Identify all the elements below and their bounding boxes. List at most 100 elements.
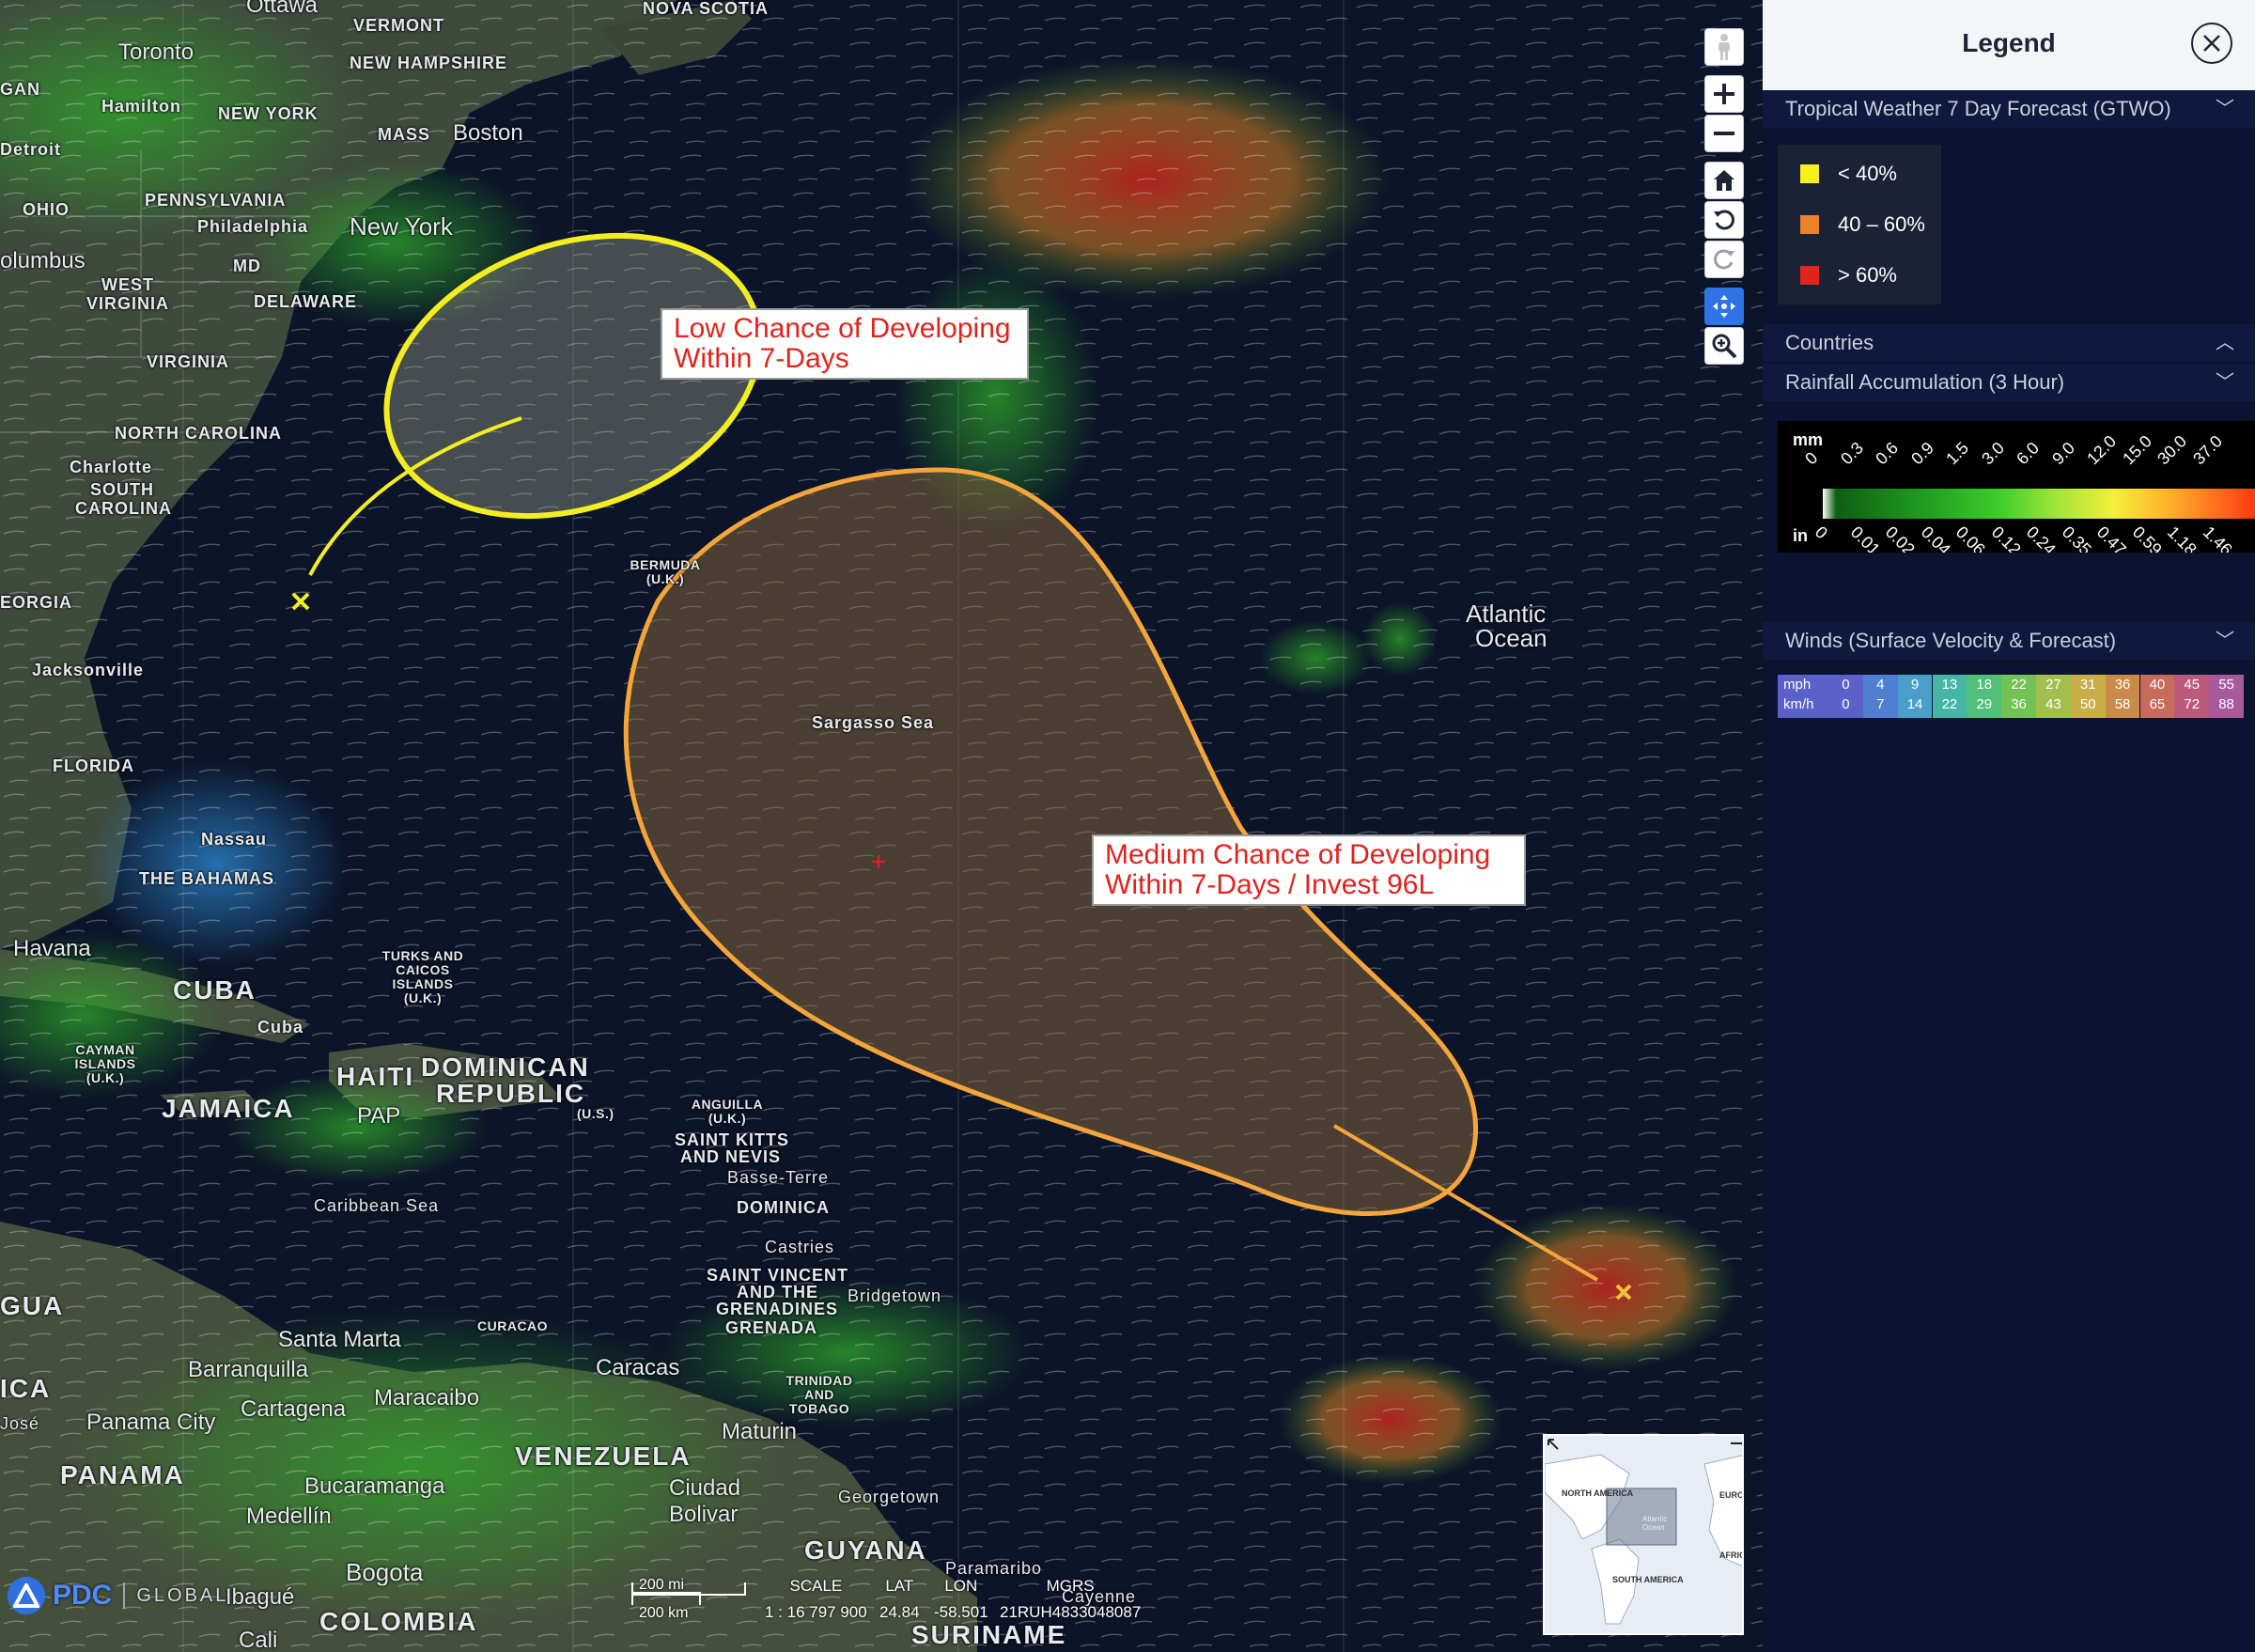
scale-km: 200 km bbox=[639, 1605, 689, 1621]
lon-label: LON bbox=[944, 1577, 978, 1595]
place-label: Ciudad bbox=[669, 1475, 741, 1501]
overview-label: SOUTH AMERICA bbox=[1612, 1575, 1684, 1584]
place-label: Hamilton bbox=[101, 97, 182, 116]
rainfall-in-tick: 0.35 bbox=[2058, 522, 2095, 553]
place-label: Castries bbox=[765, 1238, 835, 1256]
place-label: Panama City bbox=[86, 1410, 216, 1435]
section-title: Winds (Surface Velocity & Forecast) bbox=[1785, 629, 2117, 652]
place-label: CAYMAN ISLANDS (U.K.) bbox=[74, 1042, 136, 1085]
wind-scale-cell: 22 36 bbox=[2001, 675, 2036, 718]
wind-kmh-value: 50 bbox=[2079, 696, 2096, 712]
legend-section-winds[interactable]: Winds (Surface Velocity & Forecast) ﹀ bbox=[1763, 622, 2255, 660]
low-chance-callout: Low Chance of Developing Within 7-Days bbox=[661, 308, 1029, 380]
map-view[interactable]: Low Chance of Developing Within 7-Days M… bbox=[0, 0, 1763, 1652]
place-label: Bucaramanga bbox=[304, 1473, 445, 1499]
place-label: GUA bbox=[0, 1291, 65, 1320]
rotate-right-button[interactable] bbox=[1704, 241, 1744, 278]
wind-mph-value: 45 bbox=[2184, 677, 2201, 693]
place-label: Ibagué bbox=[226, 1584, 295, 1610]
wind-scale-cell: 55 88 bbox=[2209, 675, 2244, 718]
overview-label: AFRIC bbox=[1719, 1551, 1744, 1560]
zoom-in-icon bbox=[1714, 84, 1734, 104]
place-label: HAITI bbox=[336, 1062, 415, 1091]
rainfall-mm-tick: 9.0 bbox=[2047, 438, 2078, 469]
gtwo-label: 40 – 60% bbox=[1838, 212, 1925, 236]
legend-close-button[interactable] bbox=[2191, 23, 2232, 64]
wind-kmh-value: 43 bbox=[2045, 696, 2061, 712]
wind-kmh-value: 58 bbox=[2114, 696, 2131, 712]
wind-kmh-value: 36 bbox=[2011, 696, 2027, 712]
wind-kmh-value: 65 bbox=[2149, 696, 2166, 712]
medium-chance-callout: Medium Chance of Developing Within 7-Day… bbox=[1092, 834, 1526, 906]
pan-tool-button[interactable] bbox=[1704, 288, 1744, 325]
place-label: Cali bbox=[239, 1628, 278, 1652]
place-label: TRINIDAD AND TOBAGO bbox=[785, 1373, 853, 1416]
wind-kmh-value: 88 bbox=[2218, 696, 2234, 712]
rainfall-in-tick: 1.18 bbox=[2163, 522, 2201, 553]
pegman-icon bbox=[1718, 34, 1730, 60]
rotate-left-button[interactable] bbox=[1704, 201, 1744, 239]
gtwo-swatch bbox=[1800, 215, 1819, 234]
gtwo-item: < 40% bbox=[1800, 162, 1897, 186]
scale-label: SCALE bbox=[789, 1577, 843, 1595]
place-label: Caribbean Sea bbox=[314, 1196, 440, 1215]
zoom-in-button[interactable] bbox=[1704, 75, 1744, 113]
section-title: Rainfall Accumulation (3 Hour) bbox=[1785, 370, 2065, 394]
wind-scale-cell: 27 43 bbox=[2036, 675, 2071, 718]
place-label: AND THE bbox=[737, 1283, 818, 1301]
place-label: Havana bbox=[13, 936, 91, 961]
place-label: Charlotte bbox=[70, 458, 153, 476]
place-label: TURKS AND CAICOS ISLANDS (U.K.) bbox=[381, 948, 464, 1005]
rainfall-mm-tick: 0 bbox=[1801, 448, 1822, 469]
medium-chance-callout-line1: Medium Chance of Developing bbox=[1105, 839, 1491, 870]
gtwo-label: < 40% bbox=[1838, 162, 1897, 185]
place-label: REPUBLIC bbox=[436, 1079, 586, 1108]
place-label: Detroit bbox=[0, 140, 61, 159]
rainfall-mm-tick: 12.0 bbox=[2083, 431, 2121, 469]
low-chance-callout-line2: Within 7-Days bbox=[674, 343, 849, 374]
place-label: NORTH CAROLINA bbox=[115, 424, 282, 443]
legend-section-rainfall[interactable]: Rainfall Accumulation (3 Hour) ﹀ bbox=[1763, 364, 2255, 401]
place-label: THE BAHAMAS bbox=[139, 869, 274, 888]
chevron-down-icon: ﹀ bbox=[2216, 631, 2234, 651]
rainfall-mm-tick: 15.0 bbox=[2118, 431, 2155, 469]
place-label: New York bbox=[350, 212, 453, 241]
place-label: COLOMBIA bbox=[319, 1607, 478, 1636]
overview-label: Atlantic Ocean bbox=[1642, 1515, 1668, 1532]
place-label: GUYANA bbox=[804, 1535, 927, 1565]
street-view-button[interactable] bbox=[1704, 28, 1744, 66]
close-icon bbox=[2203, 35, 2220, 52]
rainfall-mm-tick: 0.6 bbox=[1872, 438, 1902, 469]
rainfall-in-tick: 0 bbox=[1811, 522, 1832, 543]
zoom-out-button[interactable] bbox=[1704, 115, 1744, 152]
legend-header: Legend bbox=[1763, 0, 2255, 90]
place-label: EORGIA bbox=[0, 593, 73, 612]
wind-scale-cell: 13 22 bbox=[1932, 675, 1967, 718]
logo-brand: PDC bbox=[53, 1580, 113, 1611]
wind-unit-kmh: km/h bbox=[1783, 696, 1814, 712]
place-label: olumbus bbox=[0, 248, 86, 273]
legend-section-countries[interactable]: Countries ︿ bbox=[1763, 324, 2255, 362]
pan-move-icon bbox=[1713, 295, 1735, 318]
place-label: Ottawa bbox=[246, 0, 319, 18]
place-label: DELAWARE bbox=[254, 292, 358, 311]
place-label: DOMINICAN bbox=[421, 1052, 590, 1082]
overview-map[interactable]: NORTH AMERICA SOUTH AMERICA EUROI AFRIC … bbox=[1543, 1434, 1744, 1635]
overview-label: NORTH AMERICA bbox=[1562, 1488, 1634, 1498]
zoom-box-button[interactable] bbox=[1704, 327, 1744, 365]
rainfall-colorbar bbox=[1823, 489, 2255, 519]
rainfall-in-tick: 0.24 bbox=[2022, 522, 2060, 553]
chevron-down-icon: ﹀ bbox=[2216, 99, 2234, 119]
home-button[interactable] bbox=[1704, 162, 1744, 199]
rainfall-in-tick: 0.02 bbox=[1881, 522, 1919, 553]
place-label: BERMUDA (U.K.) bbox=[630, 557, 701, 586]
chevron-down-icon: ﹀ bbox=[2216, 372, 2234, 393]
wind-scale-cell: 18 29 bbox=[1967, 675, 2002, 718]
wind-kmh-value: 72 bbox=[2184, 696, 2201, 712]
place-label: Cuba bbox=[257, 1018, 303, 1036]
mgrs-value: 21RUH4833048087 bbox=[1000, 1603, 1142, 1621]
logo-tag: GLOBAL bbox=[136, 1584, 229, 1606]
legend-section-gtwo[interactable]: Tropical Weather 7 Day Forecast (GTWO) ﹀ bbox=[1763, 90, 2255, 128]
place-label: VIRGINIA bbox=[86, 294, 170, 313]
rainfall-legend: mm in 0 0.3 0.6 0.9 1.5 3.0 6.0 9.0 12.0 15.0 30.0… bbox=[1778, 421, 2255, 553]
